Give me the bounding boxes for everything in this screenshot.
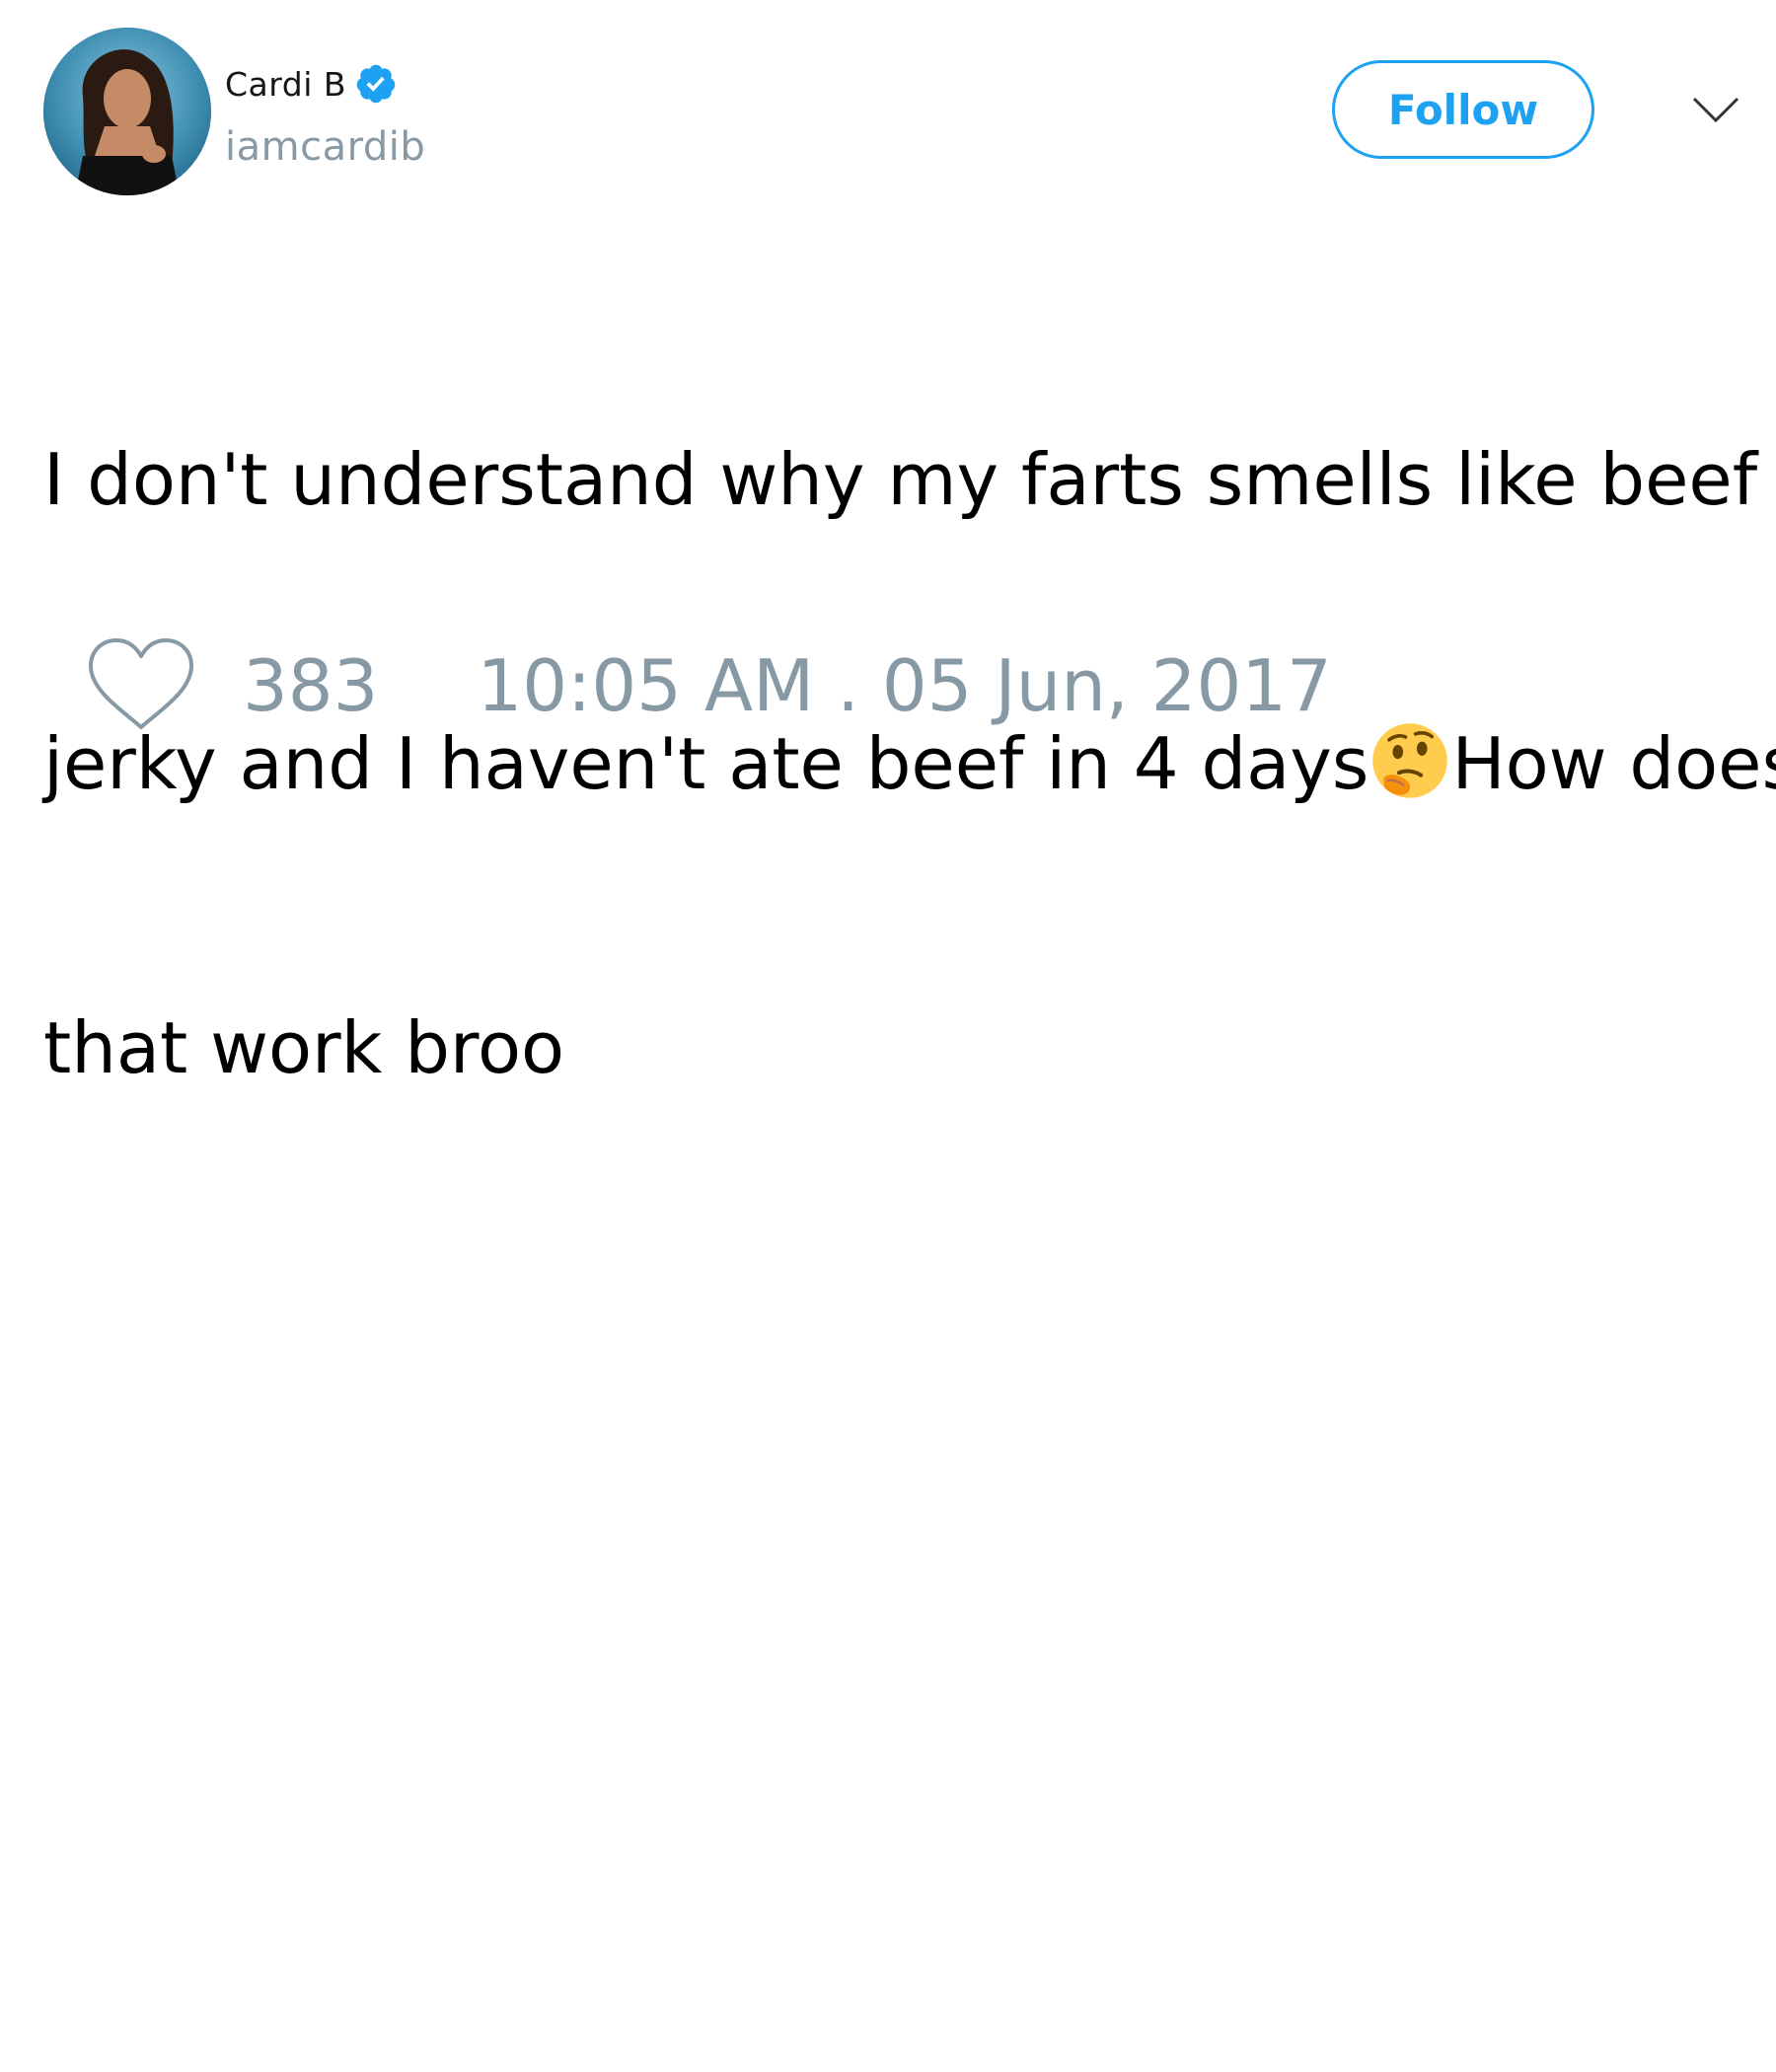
like-count: 383 [243, 644, 379, 727]
display-name-row: Cardi B [225, 59, 398, 109]
tweet-text-segment: How does [1451, 722, 1776, 805]
tweet-text-line-3: that work broo [43, 1006, 565, 1089]
tweet-text-line-1: I don't understand why my farts smells l… [43, 438, 1758, 521]
avatar-image [43, 28, 211, 195]
username[interactable]: iamcardib [225, 124, 425, 170]
display-name[interactable]: Cardi B [225, 65, 346, 104]
timestamp[interactable]: 10:05 AM . 05 Jun, 2017 [477, 644, 1331, 727]
tweet-card: Cardi B iamcardib Follow I don't underst… [0, 0, 1776, 2072]
tweet-text: I don't understand why my farts smells l… [43, 243, 1776, 1285]
thinking-face-emoji [1370, 721, 1449, 800]
follow-button[interactable]: Follow [1332, 60, 1594, 159]
tweet-footer: 383 10:05 AM . 05 Jun, 2017 [87, 631, 1332, 740]
heart-icon[interactable] [87, 636, 195, 735]
verified-badge-icon [354, 62, 398, 106]
avatar[interactable] [43, 28, 211, 195]
chevron-down-icon[interactable] [1691, 91, 1740, 130]
